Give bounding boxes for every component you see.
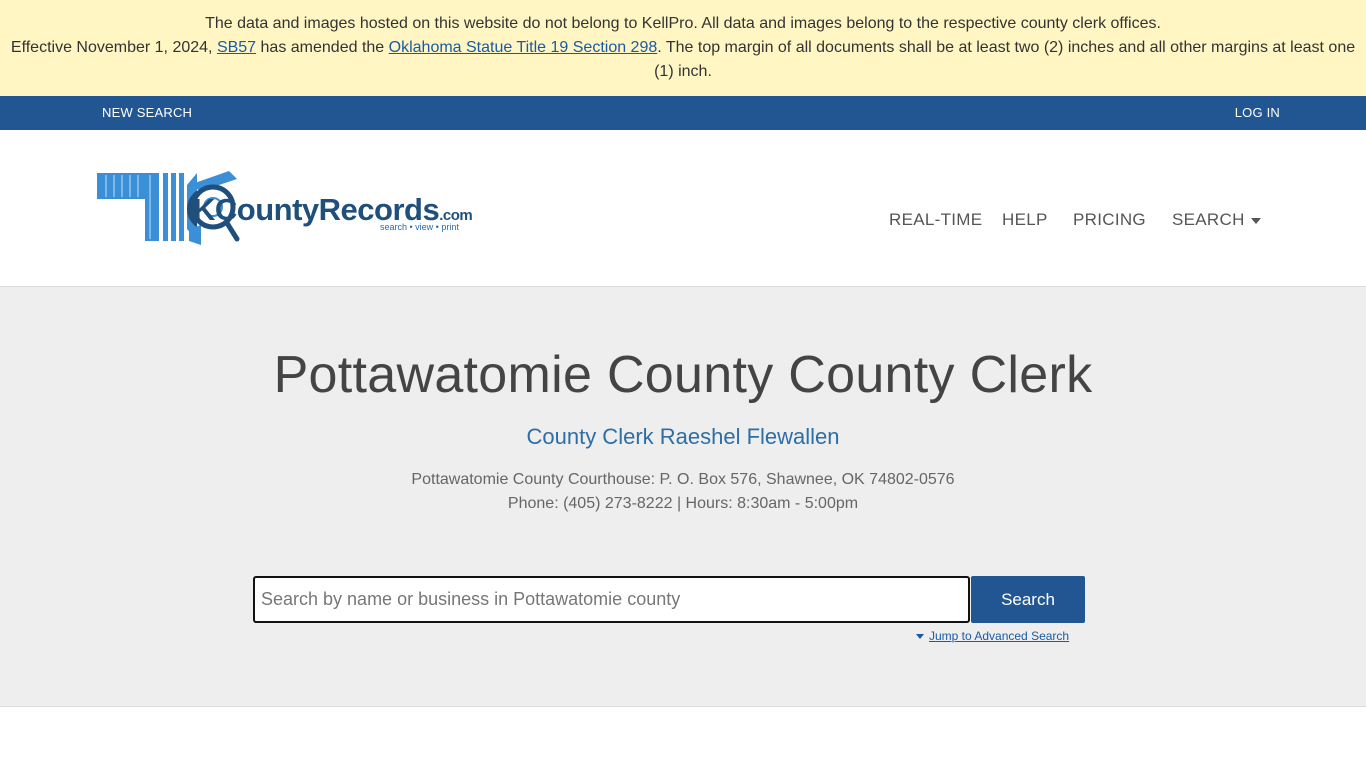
disclaimer-mid: has amended the xyxy=(260,39,385,56)
statute-link[interactable]: Oklahoma Statue Title 19 Section 298 xyxy=(389,39,658,56)
office-info: Pottawatomie County Courthouse: P. O. Bo… xyxy=(0,468,1366,516)
office-contact: Phone: (405) 273-8222 | Hours: 8:30am - … xyxy=(507,495,859,512)
disclaimer-suffix: . The top margin of all documents shall … xyxy=(654,39,1356,80)
nav-search-dropdown[interactable]: SEARCH xyxy=(1172,210,1261,230)
office-address: Pottawatomie County Courthouse: P. O. Bo… xyxy=(411,471,955,488)
disclaimer-line-2: Effective November 1, 2024, SB57 has ame… xyxy=(4,36,1362,84)
sb57-link[interactable]: SB57 xyxy=(217,39,256,56)
caret-down-icon xyxy=(1250,217,1261,224)
site-header: KCountyRecords.com search • view • print… xyxy=(0,130,1366,287)
disclaimer-line-1: The data and images hosted on this websi… xyxy=(205,15,1161,32)
disclaimer-prefix: Effective November 1, 2024, xyxy=(10,39,213,56)
nav-search-label: SEARCH xyxy=(1172,210,1245,229)
login-link[interactable]: LOG IN xyxy=(1235,105,1280,120)
search-input[interactable] xyxy=(253,576,970,623)
clerk-name: County Clerk Raeshel Flewallen xyxy=(526,424,840,449)
top-bar: NEW SEARCH LOG IN xyxy=(0,96,1366,130)
okcountyrecords-logo[interactable]: KCountyRecords.com search • view • print xyxy=(97,171,473,247)
search-button[interactable]: Search xyxy=(971,576,1085,623)
nav-realtime[interactable]: REAL-TIME xyxy=(889,210,982,230)
caret-down-icon xyxy=(916,634,924,640)
new-search-link[interactable]: NEW SEARCH xyxy=(102,105,192,120)
advanced-search-label: Jump to Advanced Search xyxy=(929,629,1070,643)
logo-tagline: search • view • print xyxy=(380,222,459,232)
nav-pricing[interactable]: PRICING xyxy=(1073,210,1146,230)
county-hero: Pottawatomie County County Clerk County … xyxy=(0,287,1366,707)
oklahoma-map-icon xyxy=(97,173,231,241)
disclaimer-banner: The data and images hosted on this websi… xyxy=(0,0,1366,96)
advanced-search-link[interactable]: Jump to Advanced Search xyxy=(916,629,1069,643)
nav-help[interactable]: HELP xyxy=(1002,210,1048,230)
page-title: Pottawatomie County County Clerk xyxy=(273,346,1093,404)
